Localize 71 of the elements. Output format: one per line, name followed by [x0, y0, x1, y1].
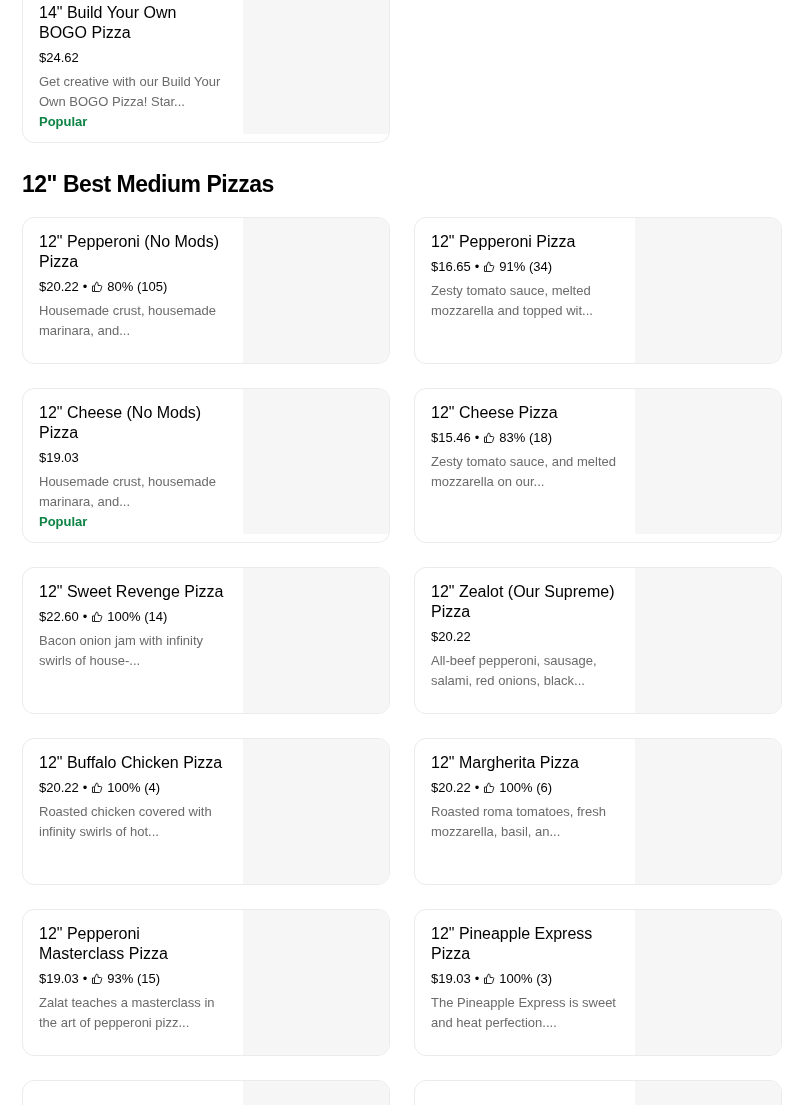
item-price: $20.22 [39, 779, 79, 797]
menu-item-card[interactable]: 12" Pepperoni Masterclass Pizza $19.03 • 93% (15) Zalat teaches a masterclass in the art of pepperoni pizz... [22, 909, 390, 1056]
menu-item-card[interactable]: 12" Zealot (Our Supreme) Pizza $20.22 All-beef pepperoni, sausage, salami, red onions, black... [414, 567, 782, 714]
item-description: Zalat teaches a masterclass in the art of pepperoni pizz... [39, 994, 216, 1032]
item-title: 14" Build Your Own BOGO Pizza [39, 3, 178, 43]
item-title: 12" Cheese Pizza [431, 403, 559, 423]
popular-label: Popular [39, 513, 89, 531]
item-description: Housemade crust, housemade marinara, and... [39, 302, 218, 340]
item-price: $24.62 [39, 49, 79, 67]
item-price: $22.60 [39, 608, 79, 626]
separator-dot: • [474, 258, 480, 276]
item-title: 12" Pepperoni Masterclass Pizza [39, 924, 169, 964]
item-title: 12" Sweet Revenge Pizza [39, 582, 225, 602]
item-title: 12" Pepperoni Pizza [431, 232, 577, 252]
separator-dot: • [82, 779, 88, 797]
item-rating: 91% (34) [499, 258, 553, 276]
item-rating: 100% (4) [107, 779, 161, 797]
thumbs-up-icon [91, 973, 104, 985]
item-price: $19.03 [39, 449, 79, 467]
item-price: $20.22 [39, 278, 79, 296]
item-description: Zesty tomato sauce, and melted mozzarella on our... [431, 453, 617, 491]
item-rating: 80% (105) [107, 278, 168, 296]
menu-item-card[interactable]: 12" Buffalo Chicken Pizza $20.22 • 100% (4) Roasted chicken covered with infinity swirls of hot... [22, 738, 390, 885]
item-title: 12" Buffalo Chicken Pizza [39, 753, 224, 773]
item-description: Bacon onion jam with infinity swirls of house-... [39, 632, 205, 670]
item-description: Roasted chicken covered with infinity swirls of hot... [39, 803, 213, 841]
thumbs-up-icon [483, 973, 496, 985]
menu-item-card[interactable]: 12" Pineapple Express Pizza $19.03 • 100% (3) The Pineapple Express is sweet and heat perfection.... [414, 909, 782, 1056]
item-description: Get creative with our Build Your Own BOGO Pizza! Star... [39, 73, 222, 111]
item-price: $16.65 [431, 258, 471, 276]
section-heading: 12" Best Medium Pizzas [22, 170, 275, 199]
thumbs-up-icon [483, 261, 496, 273]
item-description: Zesty tomato sauce, melted mozzarella and topped wit... [431, 282, 594, 320]
item-price: $19.03 [39, 970, 79, 988]
item-price: $20.22 [431, 779, 471, 797]
item-title: 12" Pineapple Express Pizza [431, 924, 594, 964]
item-rating: 83% (18) [499, 429, 553, 447]
thumbs-up-icon [91, 782, 104, 794]
item-rating: 100% (6) [499, 779, 553, 797]
separator-dot: • [474, 429, 480, 447]
item-title: 12" Cheese (No Mods) Pizza [39, 403, 203, 443]
item-description: Housemade crust, housemade marinara, and... [39, 473, 218, 511]
item-price: $15.46 [431, 429, 471, 447]
separator-dot: • [474, 779, 480, 797]
menu-item-card[interactable]: 12" Pepperoni Pizza $16.65 • 91% (34) Zesty tomato sauce, melted mozzarella and topped wit... [414, 217, 782, 364]
menu-item-card[interactable]: 12" Pepperoni (No Mods) Pizza $20.22 • 80% (105) Housemade crust, housemade marinara, and... [22, 217, 390, 364]
item-title: 12" Pepperoni (No Mods) Pizza [39, 232, 220, 272]
separator-dot: • [82, 278, 88, 296]
item-title: 12" Zealot (Our Supreme) Pizza [431, 582, 616, 622]
thumbs-up-icon [483, 432, 496, 444]
menu-item-card[interactable]: 12" Sweet Revenge Pizza $22.60 • 100% (14) Bacon onion jam with infinity swirls of house-... [22, 567, 390, 714]
item-price: $20.22 [431, 628, 471, 646]
thumbs-up-icon [483, 782, 496, 794]
separator-dot: • [474, 970, 480, 988]
popular-label: Popular [39, 113, 89, 131]
item-description: The Pineapple Express is sweet and heat perfection.... [431, 994, 617, 1032]
separator-dot: • [82, 970, 88, 988]
thumbs-up-icon [91, 611, 104, 623]
item-title: 12" Margherita Pizza [431, 753, 580, 773]
item-price: $19.03 [431, 970, 471, 988]
item-rating: 100% (14) [107, 608, 168, 626]
item-description: Roasted roma tomatoes, fresh mozzarella, basil, an... [431, 803, 607, 841]
menu-item-card[interactable]: 12" Cheese (No Mods) Pizza $19.03 Housemade crust, housemade marinara, and... Popular [22, 388, 390, 543]
separator-dot: • [82, 608, 88, 626]
item-rating: 100% (3) [499, 970, 553, 988]
menu-item-card[interactable]: 12" Margherita Pizza $20.22 • 100% (6) Roasted roma tomatoes, fresh mozzarella, basil, an... [414, 738, 782, 885]
item-description: All-beef pepperoni, sausage, salami, red onions, black... [431, 652, 598, 690]
item-rating: 93% (15) [107, 970, 161, 988]
menu-item-card[interactable]: 14" Build Your Own BOGO Pizza $24.62 Get creative with our Build Your Own BOGO Pizza! Star... Popular [22, 0, 390, 143]
menu-item-card[interactable]: 12" Cheese Pizza $15.46 • 83% (18) Zesty tomato sauce, and melted mozzarella on our... [414, 388, 782, 543]
thumbs-up-icon [91, 281, 104, 293]
